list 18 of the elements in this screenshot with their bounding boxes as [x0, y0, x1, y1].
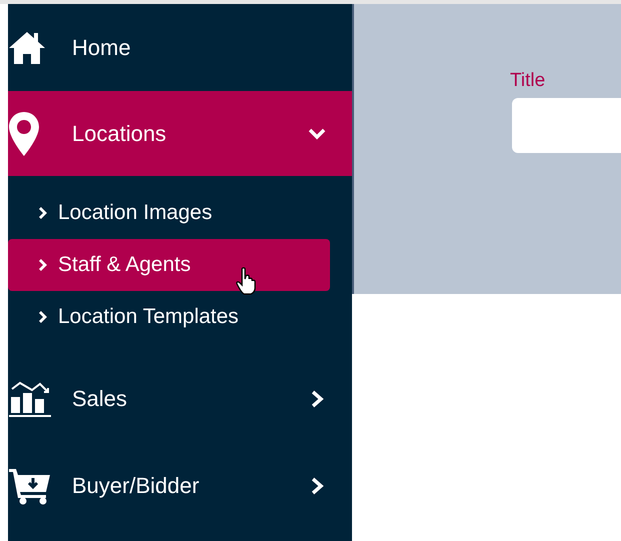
chevron-right-icon [38, 310, 48, 324]
sidebar-item[interactable]: Home [8, 4, 352, 91]
bar-chart-icon [8, 380, 52, 418]
map-pin-icon [8, 110, 40, 156]
hand-cursor-icon [236, 267, 258, 295]
submenu-item[interactable]: Location Templates [8, 291, 330, 343]
chevron-down-icon [307, 126, 327, 140]
sidebar-item[interactable]: Locations [8, 91, 352, 176]
sidebar-item[interactable]: Sales [8, 355, 352, 442]
sidebar-item[interactable]: Buyer/Bidder [8, 442, 352, 529]
submenu-item[interactable]: Location Images [8, 187, 330, 239]
field-label: Title [510, 70, 546, 92]
home-icon [8, 30, 46, 66]
chevron-right-icon [310, 388, 324, 408]
chevron-right-icon [310, 476, 324, 496]
title-input-field[interactable] [512, 98, 621, 153]
chevron-right-icon [38, 258, 48, 272]
chevron-right-icon [38, 206, 48, 220]
